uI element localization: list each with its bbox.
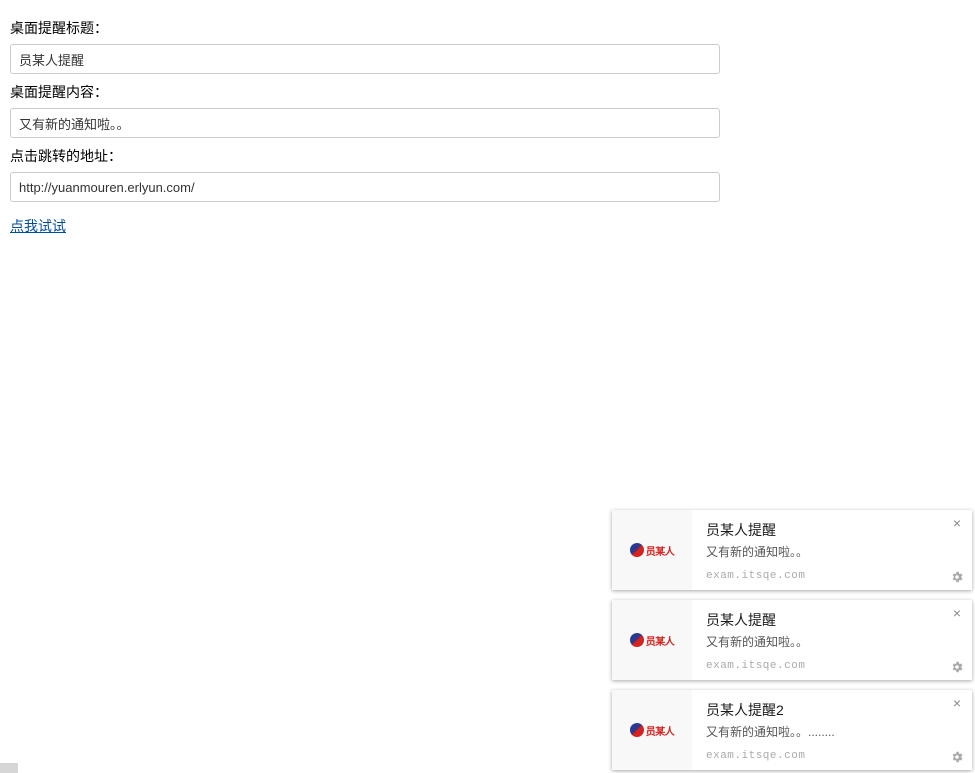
notification-toast[interactable]: 员某人 员某人提醒 又有新的通知啦。。 exam.itsqe.com × [612, 510, 972, 590]
notification-body: 员某人提醒2 又有新的通知啦。。........ exam.itsqe.com [692, 690, 972, 770]
footer-strip [0, 763, 18, 773]
close-icon[interactable]: × [950, 516, 964, 530]
app-logo-icon [630, 723, 644, 737]
notification-origin: exam.itsqe.com [706, 660, 958, 672]
gear-icon[interactable] [950, 570, 964, 584]
url-label: 点击跳转的地址： [10, 146, 720, 166]
title-label: 桌面提醒标题： [10, 18, 720, 38]
try-link[interactable]: 点我试试 [10, 216, 66, 236]
content-input[interactable] [10, 108, 720, 138]
notification-title: 员某人提醒 [706, 610, 958, 630]
notification-app-icon: 员某人 [612, 600, 692, 680]
notification-origin: exam.itsqe.com [706, 570, 958, 582]
app-logo-icon [630, 543, 644, 557]
notification-body: 员某人提醒 又有新的通知啦。。 exam.itsqe.com [692, 600, 972, 680]
notification-title: 员某人提醒2 [706, 700, 958, 720]
notification-content: 又有新的通知啦。。 [706, 543, 958, 560]
close-icon[interactable]: × [950, 606, 964, 620]
notification-stack: 员某人 员某人提醒 又有新的通知啦。。 exam.itsqe.com × 员某人… [612, 510, 972, 770]
notification-app-icon: 员某人 [612, 510, 692, 590]
gear-icon[interactable] [950, 750, 964, 764]
notification-origin: exam.itsqe.com [706, 750, 958, 762]
title-input[interactable] [10, 44, 720, 74]
notification-body: 员某人提醒 又有新的通知啦。。 exam.itsqe.com [692, 510, 972, 590]
url-input[interactable] [10, 172, 720, 202]
notification-content: 又有新的通知啦。。........ [706, 723, 958, 740]
close-icon[interactable]: × [950, 696, 964, 710]
notification-toast[interactable]: 员某人 员某人提醒2 又有新的通知啦。。........ exam.itsqe.… [612, 690, 972, 770]
notification-content: 又有新的通知啦。。 [706, 633, 958, 650]
notification-form: 桌面提醒标题： 桌面提醒内容： 点击跳转的地址： 点我试试 [0, 0, 730, 246]
notification-toast[interactable]: 员某人 员某人提醒 又有新的通知啦。。 exam.itsqe.com × [612, 600, 972, 680]
app-logo-icon [630, 633, 644, 647]
gear-icon[interactable] [950, 660, 964, 674]
content-label: 桌面提醒内容： [10, 82, 720, 102]
notification-app-icon: 员某人 [612, 690, 692, 770]
notification-title: 员某人提醒 [706, 520, 958, 540]
